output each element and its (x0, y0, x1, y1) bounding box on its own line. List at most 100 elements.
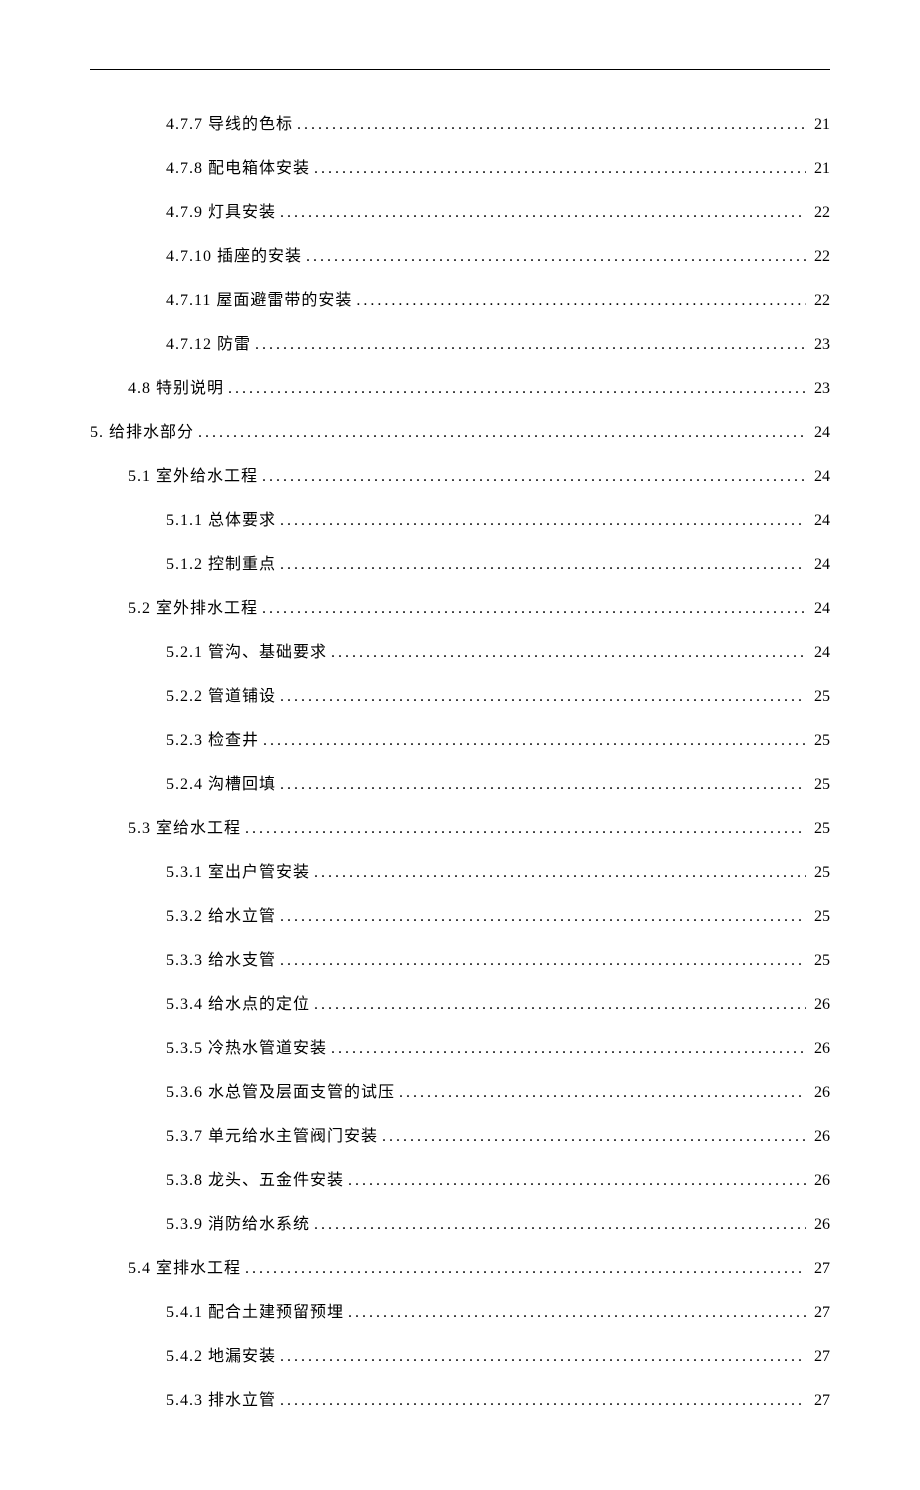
toc-leader-dots (314, 864, 806, 882)
toc-entry-label: 5.4.2 地漏安装 (166, 1342, 276, 1366)
toc-entry-label: 4.8 特别说明 (128, 374, 224, 398)
toc-entry-page: 25 (810, 952, 830, 970)
toc-entry-page: 26 (810, 1040, 830, 1058)
toc-leader-dots (331, 644, 806, 662)
toc-leader-dots (245, 1260, 806, 1278)
toc-entry: 5.2 室外排水工程 24 (90, 594, 830, 618)
toc-leader-dots (228, 380, 806, 398)
toc-entry: 5.4.3 排水立管27 (90, 1386, 830, 1410)
toc-entry: 4.7.7 导线的色标 21 (90, 110, 830, 134)
toc-entry-page: 27 (810, 1304, 830, 1322)
toc-entry-label: 5.3.8 龙头、五金件安装 (166, 1166, 344, 1190)
toc-leader-dots (331, 1040, 806, 1058)
toc-entry-label: 5.2.2 管道铺设 (166, 682, 276, 706)
toc-entry: 5.2.2 管道铺设25 (90, 682, 830, 706)
toc-leader-dots (255, 336, 806, 354)
toc-entry-label: 5.1.1 总体要求 (166, 506, 276, 530)
toc-entry: 5.2.1 管沟、基础要求24 (90, 638, 830, 662)
toc-entry-label: 5.3 室给水工程 (128, 814, 241, 838)
toc-entry-label: 5.2.3 检查井 (166, 726, 259, 750)
toc-entry: 5.3.7 单元给水主管阀门安装 26 (90, 1122, 830, 1146)
toc-leader-dots (348, 1304, 806, 1322)
toc-leader-dots (280, 908, 806, 926)
toc-leader-dots (348, 1172, 806, 1190)
toc-entry-label: 5.2.4 沟槽回填 (166, 770, 276, 794)
toc-leader-dots (306, 248, 806, 266)
toc-entry: 4.7.11 屋面避雷带的安装22 (90, 286, 830, 310)
toc-entry-page: 26 (810, 1128, 830, 1146)
toc-entry-page: 26 (810, 1216, 830, 1234)
toc-entry: 5.3.2 给水立管 25 (90, 902, 830, 926)
toc-entry: 4.7.12 防雷23 (90, 330, 830, 354)
toc-entry: 5.3 室给水工程 25 (90, 814, 830, 838)
toc-entry: 5.2.4 沟槽回填 25 (90, 770, 830, 794)
toc-leader-dots (263, 732, 806, 750)
toc-leader-dots (262, 600, 806, 618)
toc-entry: 5.4.2 地漏安装 27 (90, 1342, 830, 1366)
header-rule (90, 60, 830, 70)
toc-entry: 5.3.6 水总管及层面支管的试压 26 (90, 1078, 830, 1102)
toc-entry: 4.7.10 插座的安装 22 (90, 242, 830, 266)
toc-entry-page: 24 (810, 556, 830, 574)
toc-entry: 5.3.9 消防给水系统 26 (90, 1210, 830, 1234)
toc-entry-label: 5. 给排水部分 (90, 418, 194, 442)
toc-entry: 5.4 室排水工程27 (90, 1254, 830, 1278)
toc-entry-label: 4.7.12 防雷 (166, 330, 251, 354)
toc-entry: 4.7.9 灯具安装 22 (90, 198, 830, 222)
toc-leader-dots (280, 688, 806, 706)
toc-entry-page: 24 (810, 644, 830, 662)
toc-entry-page: 27 (810, 1348, 830, 1366)
toc-entry: 5.1.1 总体要求24 (90, 506, 830, 530)
toc-entry-page: 21 (810, 160, 830, 178)
toc-entry-page: 24 (810, 600, 830, 618)
toc-entry-label: 4.7.7 导线的色标 (166, 110, 293, 134)
toc-entry-page: 25 (810, 732, 830, 750)
toc-entry-page: 22 (810, 204, 830, 222)
toc-entry-label: 5.3.2 给水立管 (166, 902, 276, 926)
toc-entry-page: 25 (810, 864, 830, 882)
toc-entry-page: 23 (810, 380, 830, 398)
toc-leader-dots (399, 1084, 806, 1102)
toc-entry-page: 22 (810, 292, 830, 310)
toc-entry-label: 5.4.3 排水立管 (166, 1386, 276, 1410)
toc-leader-dots (280, 776, 806, 794)
toc-entry: 5.3.3 给水支管25 (90, 946, 830, 970)
toc-entry-page: 22 (810, 248, 830, 266)
toc-entry-page: 25 (810, 908, 830, 926)
toc-leader-dots (356, 292, 806, 310)
toc-entry-page: 25 (810, 820, 830, 838)
toc-entry-label: 5.2 室外排水工程 (128, 594, 258, 618)
toc-leader-dots (314, 1216, 806, 1234)
toc-entry-label: 5.3.9 消防给水系统 (166, 1210, 310, 1234)
toc-leader-dots (314, 996, 806, 1014)
toc-leader-dots (280, 1392, 806, 1410)
toc-entry-label: 4.7.9 灯具安装 (166, 198, 276, 222)
toc-leader-dots (198, 424, 806, 442)
toc-entry-page: 26 (810, 996, 830, 1014)
toc-entry: 5.3.8 龙头、五金件安装26 (90, 1166, 830, 1190)
toc-entry-page: 26 (810, 1084, 830, 1102)
toc-entry-label: 5.3.7 单元给水主管阀门安装 (166, 1122, 378, 1146)
toc-leader-dots (245, 820, 806, 838)
toc-leader-dots (280, 952, 806, 970)
toc-entry: 5.1.2 控制重点 24 (90, 550, 830, 574)
toc-entry-page: 25 (810, 776, 830, 794)
toc-leader-dots (297, 116, 806, 134)
toc-entry-label: 5.3.5 冷热水管道安装 (166, 1034, 327, 1058)
toc-entry-label: 4.7.10 插座的安装 (166, 242, 302, 266)
toc-entry-label: 5.3.6 水总管及层面支管的试压 (166, 1078, 395, 1102)
toc-entry-label: 5.3.1 室出户管安装 (166, 858, 310, 882)
toc-entry: 4.8 特别说明 23 (90, 374, 830, 398)
toc-entry-page: 24 (810, 424, 830, 442)
toc-entry-label: 5.1.2 控制重点 (166, 550, 276, 574)
toc-entry-page: 21 (810, 116, 830, 134)
toc-entry: 5.2.3 检查井 25 (90, 726, 830, 750)
toc-entry: 5.3.4 给水点的定位 26 (90, 990, 830, 1014)
toc-entry: 5.1 室外给水工程24 (90, 462, 830, 486)
toc-leader-dots (280, 512, 806, 530)
toc-entry-page: 24 (810, 468, 830, 486)
toc-entry-label: 5.3.4 给水点的定位 (166, 990, 310, 1014)
toc-entry: 5.3.1 室出户管安装 25 (90, 858, 830, 882)
toc-entry-label: 4.7.8 配电箱体安装 (166, 154, 310, 178)
toc-leader-dots (280, 556, 806, 574)
